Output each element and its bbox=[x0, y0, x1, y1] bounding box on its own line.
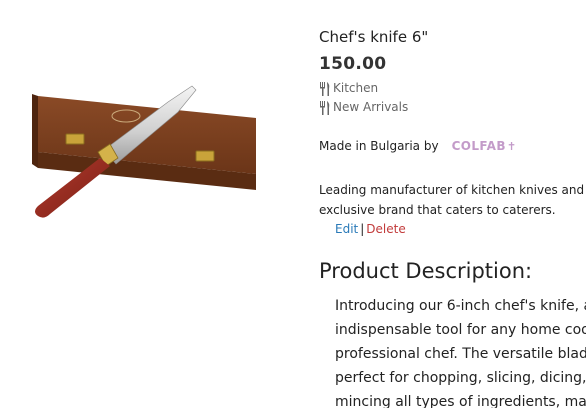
description-line: Introducing our 6-inch chef's knife, an bbox=[335, 298, 586, 314]
product-description-heading: Product Description: bbox=[319, 259, 533, 283]
description-line: professional chef. The versatile blade bbox=[335, 346, 586, 362]
product-page: Chef's knife 6" 150.00 Kitchen New Arriv… bbox=[0, 0, 586, 408]
delete-link[interactable]: Delete bbox=[366, 222, 405, 236]
description-line: indispensable tool for any home cook bbox=[335, 322, 586, 338]
description-line: mincing all types of ingredients, maki bbox=[335, 394, 586, 408]
category-label: Kitchen bbox=[333, 81, 379, 95]
product-title: Chef's knife 6" bbox=[319, 28, 429, 46]
fork-knife-icon bbox=[319, 100, 331, 115]
short-description-line: exclusive brand that caters to caterers. bbox=[319, 203, 556, 217]
short-description: Leading manufacturer of kitchen knives a… bbox=[319, 180, 586, 220]
brand-mark-icon: ✝ bbox=[506, 139, 517, 153]
product-description-body: Introducing our 6-inch chef's knife, an … bbox=[335, 294, 586, 408]
action-separator: | bbox=[360, 222, 365, 236]
short-description-line: Leading manufacturer of kitchen knives a… bbox=[319, 183, 586, 197]
made-in-row: Made in Bulgaria by COLFAB ✝ bbox=[319, 139, 517, 153]
edit-link[interactable]: Edit bbox=[335, 222, 358, 236]
product-details: Chef's knife 6" 150.00 Kitchen New Arriv… bbox=[319, 0, 586, 408]
category-new-arrivals[interactable]: New Arrivals bbox=[319, 100, 409, 115]
brand-name: COLFAB bbox=[451, 139, 506, 153]
product-image bbox=[28, 78, 264, 226]
category-kitchen[interactable]: Kitchen bbox=[319, 81, 379, 96]
fork-knife-icon bbox=[319, 81, 331, 96]
product-actions: Edit | Delete bbox=[335, 222, 406, 236]
product-price: 150.00 bbox=[319, 54, 387, 74]
description-line: perfect for chopping, slicing, dicing, a bbox=[335, 370, 586, 386]
category-label: New Arrivals bbox=[333, 100, 409, 114]
brand-logo[interactable]: COLFAB ✝ bbox=[452, 139, 517, 153]
made-in-text: Made in Bulgaria by bbox=[319, 139, 439, 153]
